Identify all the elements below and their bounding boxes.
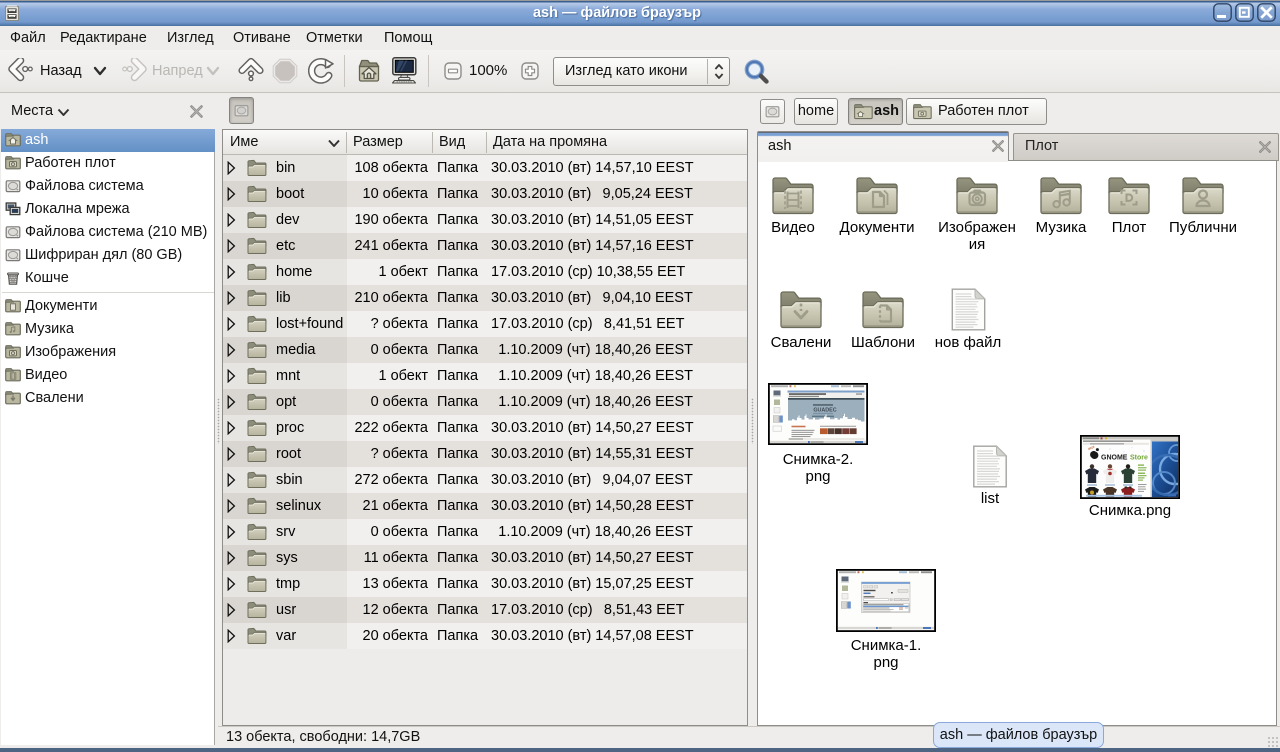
svg-text:GUADEC: GUADEC	[813, 408, 836, 414]
svg-text:Store: Store	[1130, 455, 1148, 462]
svg-text:GNOME: GNOME	[1101, 455, 1128, 462]
